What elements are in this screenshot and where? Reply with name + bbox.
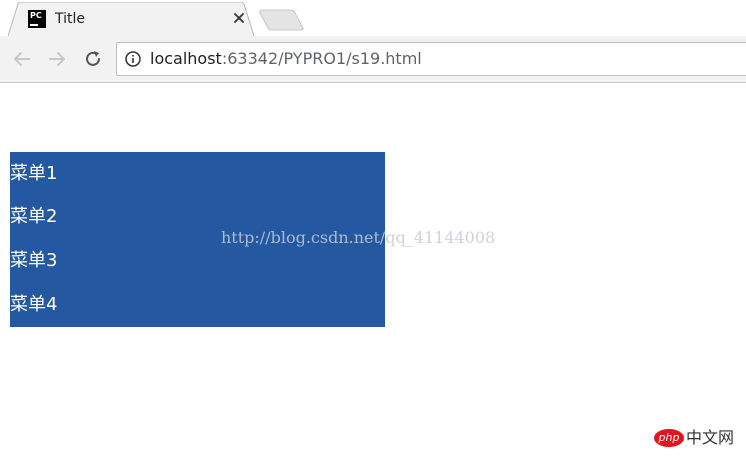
arrow-right-icon[interactable] [47, 49, 67, 69]
arrow-left-icon[interactable] [12, 49, 32, 69]
new-tab-button[interactable] [258, 8, 306, 32]
watermark-text: http://blog.csdn.net/qq_41144008 [221, 228, 496, 247]
close-icon[interactable] [232, 11, 246, 25]
logo-text: 中文网 [686, 428, 735, 447]
info-icon[interactable] [125, 51, 141, 67]
tab-strip: PC Title [0, 0, 746, 36]
url-text: localhost:63342/PYPRO1/s19.html [150, 49, 422, 69]
address-bar[interactable]: localhost:63342/PYPRO1/s19.html [116, 42, 746, 76]
menu-item-1[interactable]: 菜单1 [10, 152, 385, 195]
url-path: :63342/PYPRO1/s19.html [221, 49, 422, 68]
php-cn-logo: php 中文网 [654, 426, 740, 450]
php-badge: php [654, 429, 684, 447]
menu-item-4[interactable]: 菜单4 [10, 283, 385, 327]
pycharm-favicon-icon: PC [28, 10, 46, 28]
url-host: localhost [150, 49, 222, 68]
reload-icon[interactable] [83, 49, 103, 69]
tab-title: Title [55, 11, 86, 27]
browser-tab[interactable]: PC Title [8, 2, 256, 36]
